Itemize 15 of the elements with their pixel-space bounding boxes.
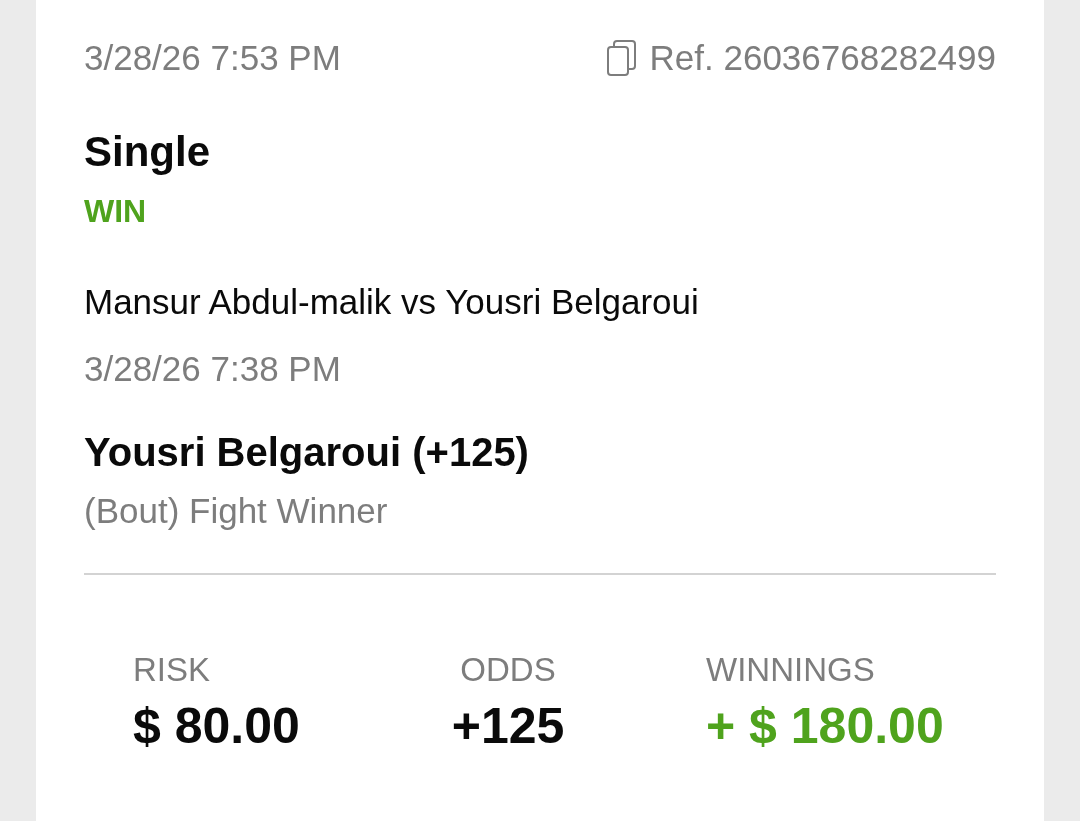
- placed-time: 3/28/26 7:53 PM: [84, 38, 341, 78]
- selection: Yousri Belgaroui (+125): [84, 429, 529, 476]
- summary-label: RISK: [133, 650, 211, 690]
- bet-type: Single: [84, 128, 211, 176]
- reference-number: Ref. 26036768282499: [649, 38, 996, 78]
- market-name: (Bout) Fight Winner: [84, 490, 388, 532]
- event-name: Mansur Abdul-malik vs Yousri Belgaroui: [84, 281, 699, 323]
- summary-label: WINNINGS: [706, 650, 875, 690]
- copy-icon[interactable]: [606, 40, 636, 76]
- event-time: 3/28/26 7:38 PM: [84, 348, 341, 390]
- summary-value: $ 80.00: [133, 697, 300, 755]
- summary-value: + $ 180.00: [706, 697, 944, 755]
- summary-value: +125: [451, 697, 565, 755]
- bet-result: WIN: [84, 192, 147, 230]
- summary-label: ODDS: [460, 650, 556, 690]
